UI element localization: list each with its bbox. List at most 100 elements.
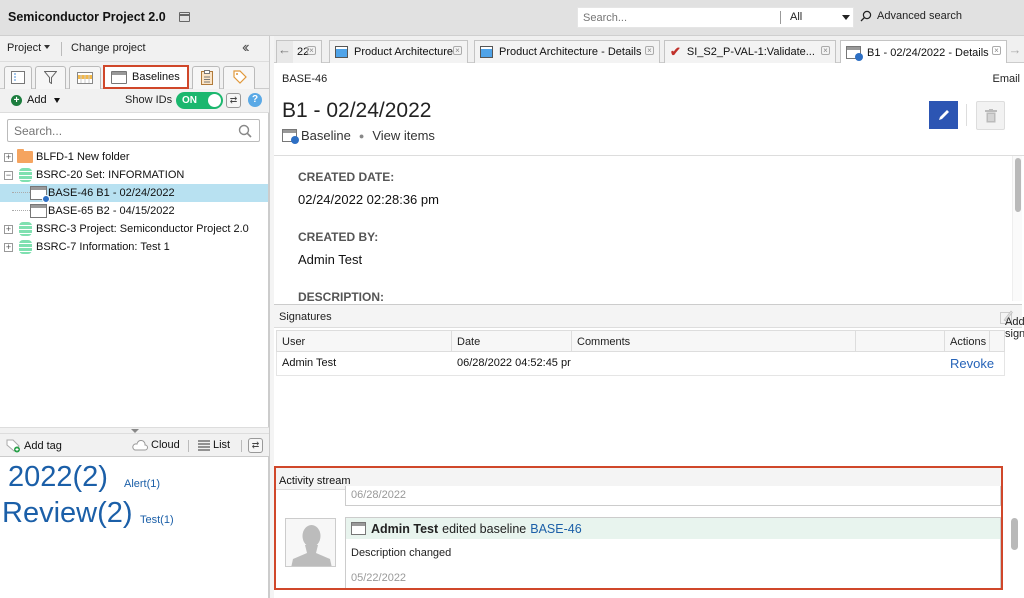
show-ids-label: Show IDs — [125, 94, 173, 106]
pencil-icon — [938, 110, 949, 120]
tree-item[interactable]: + BLFD-1 New folder — [0, 148, 268, 166]
tab-document[interactable]: Product Architecture × — [329, 40, 468, 63]
edit-button[interactable] — [929, 101, 958, 129]
tag-link[interactable]: Alert(1) — [124, 478, 160, 490]
tag-link[interactable]: Test(1) — [140, 514, 174, 526]
list-label: List — [213, 439, 231, 451]
separator-dot: ● — [358, 130, 365, 141]
tree-item-label: BSRC-20 Set: INFORMATION — [36, 169, 185, 181]
add-button[interactable]: + Add — [11, 94, 60, 106]
scrollbar-thumb[interactable] — [1011, 518, 1018, 550]
expand-icon[interactable]: + — [4, 242, 13, 252]
left-tab-bar: Baselines — [0, 62, 269, 89]
global-search-input[interactable] — [578, 8, 778, 27]
table-header: User Date Comments Actions — [276, 330, 1005, 352]
tag-link[interactable]: 2022(2) — [8, 461, 108, 494]
project-menu[interactable]: Project — [7, 42, 51, 54]
page-title: B1 - 02/24/2022 — [282, 99, 432, 122]
search-icon — [860, 10, 872, 22]
left-panel: Project Change project ‹‹ Baselines + Ad… — [0, 36, 269, 598]
tab-label: Product Architecture - Details — [499, 46, 642, 58]
tree-item[interactable]: + BSRC-3 Project: Semiconductor Project … — [0, 220, 268, 238]
baseline-source-icon — [19, 222, 32, 236]
column-header[interactable]: Comments — [572, 331, 856, 351]
tag-link[interactable]: Review(2) — [2, 497, 133, 530]
collapse-icon[interactable]: − — [4, 170, 13, 180]
double-chevron-left-icon[interactable]: ‹‹ — [242, 39, 249, 57]
expand-icon[interactable]: + — [4, 152, 13, 162]
close-icon[interactable]: × — [821, 46, 830, 55]
close-icon[interactable]: × — [645, 46, 654, 55]
tab-tags[interactable] — [223, 66, 255, 89]
divider — [188, 440, 189, 452]
expand-icon[interactable]: + — [4, 224, 13, 234]
baseline-toolbar: + Add Show IDs ON ⇄ ? — [0, 89, 269, 113]
search-scope-select[interactable]: All — [790, 11, 802, 23]
app-title: Semiconductor Project 2.0 — [8, 10, 166, 24]
view-items-link[interactable]: View items — [372, 128, 435, 143]
delete-button[interactable] — [976, 101, 1005, 130]
chevron-down-icon[interactable] — [842, 15, 850, 20]
tree-item-selected[interactable]: BASE-46 B1 - 02/24/2022 — [0, 184, 268, 203]
tree-item[interactable]: − BSRC-20 Set: INFORMATION — [0, 166, 268, 184]
baseline-icon — [30, 204, 47, 218]
list-view-button[interactable]: List — [198, 439, 230, 451]
activity-target-link[interactable]: BASE-46 — [530, 522, 581, 536]
close-icon[interactable]: × — [992, 46, 1001, 55]
detail-scrollbar[interactable] — [1012, 156, 1022, 301]
revoke-link[interactable]: Revoke — [945, 352, 1003, 375]
cloud-view-button[interactable]: Cloud — [132, 439, 180, 451]
tree-item-label: BSRC-7 Information: Test 1 — [36, 241, 170, 253]
tree-item[interactable]: BASE-65 B2 - 04/15/2022 — [0, 202, 268, 220]
global-search[interactable]: All — [577, 7, 854, 28]
column-header[interactable]: Date — [452, 331, 572, 351]
column-header[interactable]: User — [277, 331, 452, 351]
arrow-right-icon[interactable]: → — [1007, 40, 1023, 62]
tab-calendar[interactable] — [69, 66, 101, 89]
add-tag-button[interactable]: Add tag — [6, 439, 62, 453]
activity-scrollbar[interactable] — [1010, 518, 1020, 598]
tab-document[interactable]: ← 22 × — [276, 40, 322, 63]
divider — [241, 440, 242, 452]
tab-clipboard[interactable] — [192, 66, 220, 89]
requirement-icon — [335, 46, 348, 58]
tree-item-label: BASE-46 B1 - 02/24/2022 — [48, 187, 175, 199]
refresh-icon[interactable]: ⇄ — [226, 93, 241, 108]
search-icon[interactable] — [238, 124, 252, 138]
tab-filters[interactable] — [35, 66, 66, 89]
tab-tree-view[interactable] — [4, 66, 32, 89]
tree-search[interactable] — [7, 119, 260, 142]
advanced-search-link[interactable]: Advanced search — [860, 10, 962, 22]
tab-document-active[interactable]: B1 - 02/24/2022 - Details × — [840, 40, 1007, 64]
change-project-link[interactable]: Change project — [71, 42, 146, 54]
activity-user[interactable]: Admin Test — [371, 522, 438, 536]
tab-document[interactable]: Product Architecture - Details × — [474, 40, 660, 63]
add-label: Add — [27, 94, 47, 106]
scrollbar-thumb[interactable] — [1015, 158, 1021, 212]
caret-down-icon — [44, 45, 51, 49]
field-value: Admin Test — [298, 252, 363, 267]
top-bar: Semiconductor Project 2.0 All Advanced s… — [0, 0, 1024, 36]
signatures-panel: Signatures Add signature User Date Comme… — [274, 304, 1024, 376]
tree-item-label: BLFD-1 New folder — [36, 151, 130, 163]
help-icon[interactable]: ? — [248, 93, 262, 107]
add-signature-label: Add signature — [1005, 316, 1024, 340]
email-link[interactable]: Email — [992, 73, 1020, 85]
detail-fields: CREATED DATE: 02/24/2022 02:28:36 pm CRE… — [274, 156, 1010, 301]
activity-stream: Activity stream 06/28/2022 Admin Test ed… — [274, 466, 1003, 590]
caret-down-icon — [53, 97, 60, 103]
tree-item[interactable]: + BSRC-7 Information: Test 1 — [0, 238, 268, 256]
tab-document[interactable]: ✔ SI_S2_P-VAL-1:Validate... × — [664, 40, 836, 63]
window-layout-icon[interactable] — [179, 12, 190, 22]
refresh-icon[interactable]: ⇄ — [248, 438, 263, 453]
close-icon[interactable]: × — [453, 46, 462, 55]
add-signature-button[interactable]: Add signature — [1000, 310, 1024, 340]
tab-baselines[interactable]: Baselines — [103, 65, 189, 89]
close-icon[interactable]: × — [307, 46, 316, 55]
tag-toolbar: Add tag Cloud List ⇄ — [0, 433, 269, 457]
show-ids-toggle[interactable]: ON — [176, 92, 223, 109]
activity-card-previous: 06/28/2022 — [345, 486, 1001, 506]
arrow-left-icon[interactable]: ← — [277, 41, 293, 63]
tree-search-input[interactable] — [8, 120, 228, 141]
activity-stream-title: Activity stream — [279, 475, 351, 487]
